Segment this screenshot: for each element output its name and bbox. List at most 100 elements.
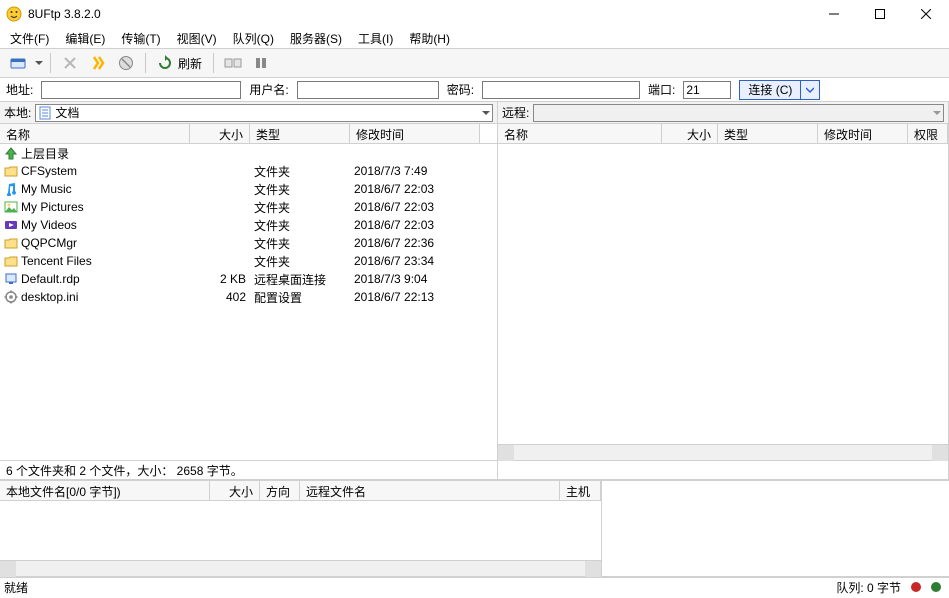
window-title: 8UFtp 3.8.2.0 bbox=[28, 7, 811, 21]
username-label: 用户名: bbox=[249, 81, 288, 98]
folder-icon bbox=[4, 236, 18, 250]
refresh-label: 刷新 bbox=[178, 55, 202, 72]
list-item[interactable]: My Pictures文件夹2018/6/7 22:03 bbox=[0, 198, 497, 216]
folder-icon bbox=[4, 164, 18, 178]
status-ready: 就绪 bbox=[4, 579, 28, 596]
list-item[interactable]: desktop.ini402配置设置2018/6/7 22:13 bbox=[0, 288, 497, 306]
list-item[interactable]: My Videos文件夹2018/6/7 22:03 bbox=[0, 216, 497, 234]
remote-h-scrollbar[interactable] bbox=[498, 444, 948, 460]
list-item[interactable]: Tencent Files 文件夹2018/6/7 23:34 bbox=[0, 252, 497, 270]
remote-label: 远程: bbox=[502, 104, 529, 121]
connect-dropdown-icon[interactable] bbox=[34, 59, 44, 67]
status-indicator-1 bbox=[911, 582, 921, 592]
password-input[interactable] bbox=[482, 81, 640, 99]
toolbar-separator bbox=[50, 53, 51, 73]
stop-button[interactable] bbox=[113, 51, 139, 75]
menu-queue[interactable]: 队列(Q) bbox=[227, 29, 280, 48]
local-file-list[interactable]: 上层目录CFSystem文件夹2018/7/3 7:49My Music文件夹2… bbox=[0, 144, 497, 460]
file-type: 文件夹 bbox=[250, 163, 350, 180]
connect-button-dropdown-icon[interactable] bbox=[801, 81, 819, 99]
local-list-header: 名称 大小 类型 修改时间 bbox=[0, 124, 497, 144]
close-button[interactable] bbox=[903, 0, 949, 28]
remote-status bbox=[498, 460, 948, 480]
col-size[interactable]: 大小 bbox=[190, 124, 250, 143]
qcol-local[interactable]: 本地文件名[0/0 字节]) bbox=[0, 481, 210, 500]
remote-file-list[interactable] bbox=[498, 144, 948, 444]
disconnect-button[interactable] bbox=[57, 51, 83, 75]
queue-area: 本地文件名[0/0 字节]) 大小 方向 远程文件名 主机 bbox=[0, 480, 949, 576]
qcol-remote[interactable]: 远程文件名 bbox=[300, 481, 560, 500]
titlebar: 8UFtp 3.8.2.0 bbox=[0, 0, 949, 28]
file-name: 上层目录 bbox=[21, 145, 69, 162]
menu-transfer[interactable]: 传输(T) bbox=[115, 29, 166, 48]
file-size: 402 bbox=[190, 290, 250, 304]
remote-list-header: 名称 大小 类型 修改时间 权限 bbox=[498, 124, 948, 144]
file-size: 2 KB bbox=[190, 272, 250, 286]
list-item[interactable]: My Music文件夹2018/6/7 22:03 bbox=[0, 180, 497, 198]
file-name: Default.rdp bbox=[21, 272, 80, 286]
local-path-dropdown[interactable]: 文档 bbox=[35, 104, 493, 122]
username-input[interactable] bbox=[297, 81, 439, 99]
list-item[interactable]: Default.rdp2 KB远程桌面连接2018/7/3 9:04 bbox=[0, 270, 497, 288]
menu-edit[interactable]: 编辑(E) bbox=[59, 29, 111, 48]
menu-tools[interactable]: 工具(I) bbox=[352, 29, 399, 48]
menu-file[interactable]: 文件(F) bbox=[4, 29, 55, 48]
minimize-button[interactable] bbox=[811, 0, 857, 28]
port-input[interactable] bbox=[683, 81, 731, 99]
queue-h-scrollbar[interactable] bbox=[0, 560, 601, 576]
refresh-button[interactable]: 刷新 bbox=[152, 51, 207, 75]
col-size[interactable]: 大小 bbox=[662, 124, 718, 143]
menu-view[interactable]: 视图(V) bbox=[171, 29, 223, 48]
compare-button[interactable] bbox=[220, 51, 246, 75]
local-path-bar: 本地: 文档 bbox=[0, 102, 497, 124]
col-type[interactable]: 类型 bbox=[250, 124, 350, 143]
col-name[interactable]: 名称 bbox=[498, 124, 662, 143]
maximize-button[interactable] bbox=[857, 0, 903, 28]
file-date: 2018/6/7 23:34 bbox=[350, 254, 480, 268]
music-icon bbox=[4, 182, 18, 196]
queue-header: 本地文件名[0/0 字节]) 大小 方向 远程文件名 主机 bbox=[0, 481, 601, 501]
qcol-host[interactable]: 主机 bbox=[560, 481, 601, 500]
local-status: 6 个文件夹和 2 个文件，大小： 2658 字节。 bbox=[0, 460, 497, 480]
qcol-size[interactable]: 大小 bbox=[210, 481, 260, 500]
remote-path-bar: 远程: bbox=[498, 102, 948, 124]
address-label: 地址: bbox=[6, 81, 33, 98]
video-icon bbox=[4, 218, 18, 232]
file-date: 2018/7/3 7:49 bbox=[350, 164, 480, 178]
app-icon bbox=[6, 6, 22, 22]
toolbar: 刷新 bbox=[0, 48, 949, 78]
picture-icon bbox=[4, 200, 18, 214]
menu-server[interactable]: 服务器(S) bbox=[284, 29, 348, 48]
qcol-dir[interactable]: 方向 bbox=[260, 481, 300, 500]
address-input[interactable] bbox=[41, 81, 241, 99]
connect-icon-button[interactable] bbox=[6, 51, 32, 75]
col-date[interactable]: 修改时间 bbox=[350, 124, 480, 143]
connect-button[interactable]: 连接 (C) bbox=[739, 80, 820, 100]
status-bar: 就绪 队列: 0 字节 bbox=[0, 576, 949, 596]
list-item[interactable]: QQPCMgr文件夹2018/6/7 22:36 bbox=[0, 234, 497, 252]
file-name: Tencent Files bbox=[21, 254, 92, 268]
file-date: 2018/6/7 22:13 bbox=[350, 290, 480, 304]
queue-list[interactable] bbox=[0, 501, 601, 560]
file-date: 2018/6/7 22:03 bbox=[350, 200, 480, 214]
folder-icon bbox=[4, 254, 18, 268]
menu-help[interactable]: 帮助(H) bbox=[403, 29, 456, 48]
list-item[interactable]: CFSystem文件夹2018/7/3 7:49 bbox=[0, 162, 497, 180]
col-name[interactable]: 名称 bbox=[0, 124, 190, 143]
pause-button[interactable] bbox=[248, 51, 274, 75]
file-type: 文件夹 bbox=[250, 181, 350, 198]
remote-pane: 远程: 名称 大小 类型 修改时间 权限 bbox=[498, 102, 949, 480]
connect-button-label: 连接 (C) bbox=[740, 81, 801, 99]
col-date[interactable]: 修改时间 bbox=[818, 124, 908, 143]
file-type: 文件夹 bbox=[250, 235, 350, 252]
log-pane[interactable] bbox=[602, 481, 949, 576]
connection-bar: 地址: 用户名: 密码: 端口: 连接 (C) bbox=[0, 78, 949, 102]
col-perm[interactable]: 权限 bbox=[908, 124, 948, 143]
col-type[interactable]: 类型 bbox=[718, 124, 818, 143]
transfer-queue-pane: 本地文件名[0/0 字节]) 大小 方向 远程文件名 主机 bbox=[0, 481, 602, 576]
list-item[interactable]: 上层目录 bbox=[0, 144, 497, 162]
file-type: 文件夹 bbox=[250, 253, 350, 270]
remote-path-dropdown[interactable] bbox=[533, 104, 944, 122]
file-type: 文件夹 bbox=[250, 199, 350, 216]
reconnect-button[interactable] bbox=[85, 51, 111, 75]
